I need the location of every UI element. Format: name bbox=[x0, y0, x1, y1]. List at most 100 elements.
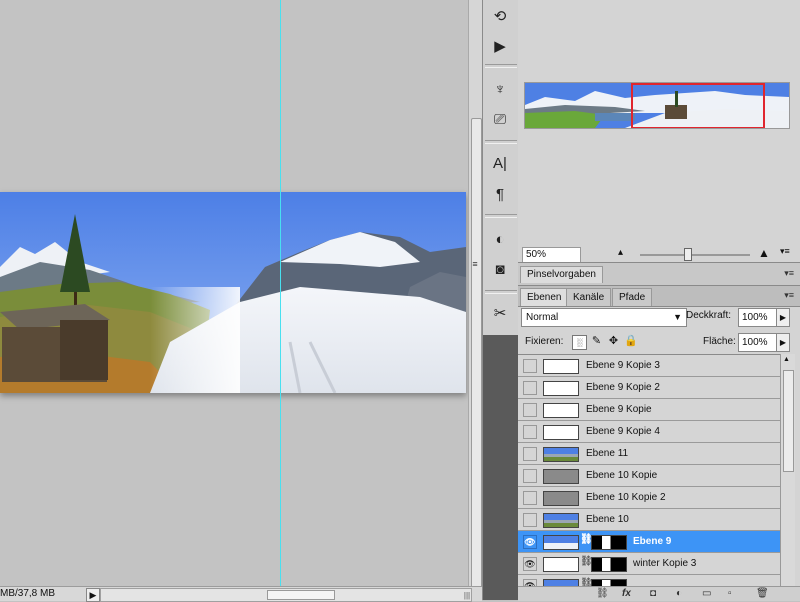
masks-icon[interactable]: ◙ bbox=[487, 258, 513, 280]
canvas-vertical-scrollbar[interactable] bbox=[468, 0, 483, 590]
adjustment-layer-icon[interactable]: ◐ bbox=[676, 587, 682, 601]
toolstrip-divider bbox=[485, 214, 517, 218]
layer-name: Ebene 9 Kopie 2 bbox=[586, 382, 660, 393]
layer-thumbnail[interactable] bbox=[543, 469, 579, 484]
layer-visibility-eye-icon[interactable] bbox=[523, 425, 537, 439]
layer-name: winter Kopie 3 bbox=[633, 558, 697, 569]
layer-name: Ebene 9 bbox=[633, 536, 672, 547]
layer-visibility-eye-icon[interactable] bbox=[523, 403, 537, 417]
layer-row[interactable]: 👁 ⛓ Ebene 9 bbox=[518, 531, 780, 553]
layer-thumbnail[interactable] bbox=[543, 513, 579, 528]
lock-label: Fixieren: bbox=[525, 336, 564, 347]
toolstrip-divider bbox=[485, 290, 517, 294]
delete-layer-trash-icon[interactable]: 🗑 bbox=[756, 587, 769, 601]
lock-transparency-icon[interactable]: ░ bbox=[572, 335, 587, 350]
status-bar: MB/37,8 MB ▶ ||| bbox=[0, 586, 482, 602]
layer-name: Ebene 10 Kopie bbox=[586, 470, 658, 481]
paragraph-icon[interactable]: ¶ bbox=[487, 183, 513, 205]
chevron-down-icon: ▼ bbox=[673, 312, 682, 322]
tab-channels[interactable]: Kanäle bbox=[566, 288, 612, 306]
layer-visibility-eye-icon[interactable] bbox=[523, 513, 537, 527]
layer-name: Ebene 9 Kopie bbox=[586, 404, 652, 415]
navigator-view-frame[interactable] bbox=[631, 83, 765, 128]
layer-thumbnail[interactable] bbox=[543, 491, 579, 506]
tools-icon[interactable]: ✂ bbox=[487, 302, 513, 324]
panorama-image[interactable] bbox=[0, 192, 466, 393]
add-mask-icon[interactable]: ◘ bbox=[650, 587, 656, 601]
blend-mode-select[interactable]: Normal ▼ bbox=[521, 308, 687, 327]
layer-visibility-eye-icon[interactable] bbox=[523, 447, 537, 461]
zoom-out-icon[interactable]: ▴ bbox=[618, 247, 623, 258]
layer-thumbnail[interactable] bbox=[543, 447, 579, 462]
layer-row[interactable]: Ebene 9 Kopie 3 bbox=[518, 355, 780, 377]
lock-all-icon[interactable]: 🔒 bbox=[624, 335, 638, 348]
brush-panel-menu-icon[interactable]: ▾≡ bbox=[784, 268, 794, 279]
layer-thumbnail[interactable] bbox=[543, 535, 579, 550]
fill-slider-toggle-icon[interactable]: ▶ bbox=[776, 333, 790, 352]
horizontal-scroll-thumb[interactable]: ||| bbox=[267, 590, 470, 600]
layer-mask-thumbnail[interactable] bbox=[591, 557, 627, 572]
layer-row[interactable]: Ebene 10 Kopie 2 bbox=[518, 487, 780, 509]
tab-layers[interactable]: Ebenen bbox=[520, 288, 569, 306]
zoom-slider-thumb[interactable] bbox=[684, 248, 692, 261]
adjustments-icon[interactable]: ◐ bbox=[487, 228, 513, 250]
layer-list-scroll-thumb[interactable] bbox=[783, 370, 794, 472]
layer-visibility-eye-icon[interactable]: 👁 bbox=[523, 535, 537, 549]
navigator-preview[interactable] bbox=[524, 82, 790, 129]
layer-list-scrollbar[interactable]: ▲ bbox=[780, 354, 795, 586]
layer-row[interactable]: Ebene 9 Kopie bbox=[518, 399, 780, 421]
layer-thumbnail[interactable] bbox=[543, 557, 579, 572]
character-icon[interactable]: A| bbox=[487, 152, 513, 174]
new-group-folder-icon[interactable]: ▭ bbox=[702, 587, 711, 601]
document-canvas[interactable] bbox=[0, 0, 468, 586]
history-icon[interactable]: ⟲ bbox=[487, 5, 513, 27]
layer-row[interactable]: 👁 ⛓ winter Kopie 3 bbox=[518, 553, 780, 575]
layer-thumbnail[interactable] bbox=[543, 425, 579, 440]
layer-list[interactable]: Ebene 9 Kopie 3 Ebene 9 Kopie 2 Ebene 9 Ko… bbox=[518, 354, 780, 587]
opacity-slider-toggle-icon[interactable]: ▶ bbox=[776, 308, 790, 327]
layer-name: Ebene 9 Kopie 3 bbox=[586, 360, 660, 371]
lock-position-move-icon[interactable]: ✥ bbox=[607, 335, 620, 348]
layer-row[interactable]: Ebene 9 Kopie 4 bbox=[518, 421, 780, 443]
layer-row[interactable]: Ebene 10 Kopie bbox=[518, 465, 780, 487]
opacity-field[interactable]: 100% bbox=[738, 308, 777, 327]
fill-field[interactable]: 100% bbox=[738, 333, 777, 352]
tab-paths[interactable]: Pfade bbox=[612, 288, 653, 306]
layer-visibility-eye-icon[interactable] bbox=[523, 359, 537, 373]
scroll-up-icon[interactable]: ▲ bbox=[783, 356, 790, 363]
panel-icon-strip: ⟲ ▶ ♆ ⎚ A| ¶ ◐ ◙ ✂ bbox=[482, 0, 520, 600]
layer-row[interactable]: Ebene 11 bbox=[518, 443, 780, 465]
link-layers-icon[interactable]: ⛓ bbox=[596, 587, 609, 601]
layer-thumbnail[interactable] bbox=[543, 381, 579, 396]
layers-panel-menu-icon[interactable]: ▾≡ bbox=[784, 290, 794, 301]
zoom-slider-track[interactable] bbox=[640, 254, 750, 256]
clone-source-icon[interactable]: ⎚ bbox=[487, 108, 513, 130]
layers-footer-toolbar: ⛓ fx ◘ ◐ ▭ ▫ 🗑 bbox=[518, 586, 800, 601]
actions-play-icon[interactable]: ▶ bbox=[487, 35, 513, 57]
layer-style-fx-icon[interactable]: fx bbox=[622, 587, 631, 601]
zoom-level-field[interactable]: 50% bbox=[522, 247, 581, 263]
layer-visibility-eye-icon[interactable] bbox=[523, 381, 537, 395]
layer-visibility-eye-icon[interactable] bbox=[523, 491, 537, 505]
new-layer-icon[interactable]: ▫ bbox=[728, 587, 732, 601]
layer-name: Ebene 10 Kopie 2 bbox=[586, 492, 666, 503]
tab-brush-presets[interactable]: Pinselvorgaben bbox=[520, 266, 603, 283]
layer-visibility-eye-icon[interactable] bbox=[523, 469, 537, 483]
layer-name: Ebene 9 Kopie 4 bbox=[586, 426, 660, 437]
lock-pixels-brush-icon[interactable]: ✎ bbox=[590, 335, 603, 348]
navigator-menu-icon[interactable]: ▾≡ bbox=[780, 246, 790, 257]
layer-thumbnail[interactable] bbox=[543, 359, 579, 374]
zoom-in-icon[interactable]: ▲ bbox=[758, 246, 770, 260]
fill-label: Fläche: bbox=[703, 336, 736, 347]
vertical-scroll-thumb[interactable] bbox=[471, 118, 482, 590]
layer-mask-thumbnail[interactable] bbox=[591, 535, 627, 550]
brush-presets-icon[interactable]: ♆ bbox=[487, 78, 513, 100]
toolstrip-divider bbox=[485, 140, 517, 144]
layer-visibility-eye-icon[interactable]: 👁 bbox=[523, 557, 537, 571]
layer-row[interactable]: Ebene 9 Kopie 2 bbox=[518, 377, 780, 399]
panel-grip-icon[interactable]: ≡ bbox=[470, 258, 480, 270]
layer-row[interactable]: Ebene 10 bbox=[518, 509, 780, 531]
layer-thumbnail[interactable] bbox=[543, 403, 579, 418]
panorama-artwork bbox=[0, 192, 466, 393]
guide-line[interactable] bbox=[280, 0, 281, 586]
